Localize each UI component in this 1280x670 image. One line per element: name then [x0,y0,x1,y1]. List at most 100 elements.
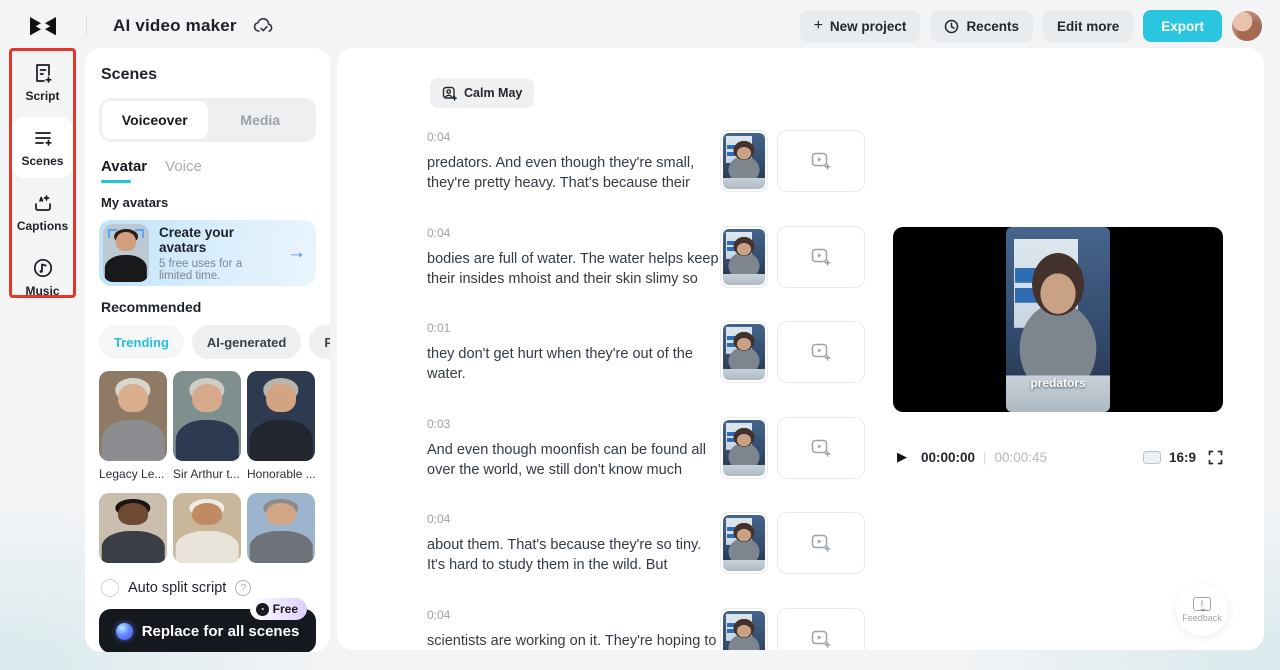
news-anchor-thumb [723,515,765,571]
main-canvas: Calm May 0:04 predators. And even though… [337,48,1264,650]
avatar-card[interactable] [99,493,167,563]
avatar-card[interactable] [247,493,315,563]
recommended-label: Recommended [101,299,314,315]
aspect-ratio-value[interactable]: 16:9 [1169,450,1196,465]
edit-more-button[interactable]: Edit more [1043,10,1133,42]
tab-avatar[interactable]: Avatar [101,158,147,183]
scene-row[interactable]: 0:04 scientists are working on it. They'… [427,594,1217,651]
play-button[interactable]: ▶ [897,449,907,465]
rail-item-script[interactable]: Script [11,52,74,113]
new-project-button[interactable]: + New project [800,10,921,42]
page-title: AI video maker [113,16,237,36]
rail-item-scenes[interactable]: Scenes [11,117,74,178]
arrow-right-icon[interactable]: → [287,242,306,264]
scene-thumbnail[interactable] [720,608,768,651]
fullscreen-icon[interactable] [1208,450,1223,465]
avatar-image [173,493,241,563]
scenes-icon [32,127,54,149]
time-divider: | [983,450,986,465]
add-media-slot[interactable] [777,321,865,383]
scene-text[interactable]: scientists are working on it. They're ho… [427,631,719,651]
person-add-icon [442,86,457,101]
cloud-sync-icon[interactable] [253,17,275,35]
avatar-name: Honorable ... [247,467,315,481]
feedback-button[interactable]: ! Feedback [1176,584,1228,636]
chip-ai-generated[interactable]: AI-generated [192,325,301,359]
capcut-logo-icon[interactable] [28,13,58,39]
avatar-image [99,493,167,563]
auto-split-checkbox[interactable] [101,579,119,597]
add-media-slot[interactable] [777,512,865,574]
tab-voiceover[interactable]: Voiceover [102,101,208,139]
video-preview-player[interactable]: predators [893,227,1223,412]
rail-label: Music [25,284,59,298]
avatar-grid-row2 [99,493,316,563]
scene-text[interactable]: about them. That's because they're so ti… [427,535,719,575]
scene-thumbnail[interactable] [720,512,768,574]
scene-text[interactable]: they don't get hurt when they're out of … [427,344,719,384]
plus-icon: + [814,18,823,34]
news-anchor-thumb [723,229,765,285]
scene-text[interactable]: predators. And even though they're small… [427,153,719,193]
video-add-icon [811,152,831,170]
news-anchor-thumb [723,611,765,651]
aspect-ratio-icon[interactable] [1143,451,1161,464]
top-bar: AI video maker + New project Recents Edi… [0,0,1280,52]
rail-item-music[interactable]: Music [11,247,74,308]
scene-thumbnail[interactable] [720,417,768,479]
chip-trending[interactable]: Trending [99,325,184,359]
add-media-slot[interactable] [777,417,865,479]
avatar-card[interactable]: Legacy Le... [99,371,167,481]
rail-label: Scenes [21,154,63,168]
banner-avatar-image [103,224,149,282]
speaker-chip[interactable]: Calm May [430,78,534,108]
video-add-icon [811,343,831,361]
create-avatars-banner[interactable]: Create your avatars 5 free uses for a li… [99,220,316,286]
current-time: 00:00:00 [921,450,975,465]
scene-row[interactable]: 0:04 predators. And even though they're … [427,116,1217,212]
news-anchor-thumb [723,420,765,476]
banner-subtitle: 5 free uses for a limited time. [159,258,277,282]
free-badge: ◔ Free [250,598,307,620]
add-media-slot[interactable] [777,226,865,288]
tab-media[interactable]: Media [208,101,314,139]
rail-item-captions[interactable]: Captions [11,182,74,243]
avatar-image [247,371,315,461]
avatar-card[interactable]: Honorable ... [247,371,315,481]
rail-label: Captions [17,219,68,233]
auto-split-label: Auto split script [128,580,226,596]
tab-voice[interactable]: Voice [165,158,202,183]
feedback-bubble-icon: ! [1193,597,1211,611]
video-add-icon [811,248,831,266]
add-media-slot[interactable] [777,608,865,651]
panel-title: Scenes [101,66,316,84]
avatar-card[interactable] [173,493,241,563]
user-avatar[interactable] [1232,11,1262,41]
recents-button[interactable]: Recents [930,10,1033,42]
auto-split-row: Auto split script ? [101,579,314,597]
video-caption: predators [1030,376,1085,390]
video-add-icon [811,439,831,457]
ai-orb-icon [116,623,133,640]
add-media-slot[interactable] [777,130,865,192]
scene-thumbnail[interactable] [720,321,768,383]
script-icon [32,62,54,84]
music-icon [32,257,54,279]
scene-text[interactable]: And even though moonfish can be found al… [427,440,719,480]
avatar-image [99,371,167,461]
total-duration: 00:00:45 [994,450,1047,465]
clock-icon: ◔ [256,603,269,616]
help-icon[interactable]: ? [235,580,251,596]
news-anchor-thumb [723,324,765,380]
scene-thumbnail[interactable] [720,130,768,192]
scene-thumbnail[interactable] [720,226,768,288]
chip-professional[interactable]: Profes [309,325,330,359]
avatar-image [247,493,315,563]
avatar-voice-tabs: Avatar Voice [101,158,314,183]
export-button[interactable]: Export [1143,10,1222,42]
voiceover-media-switch: Voiceover Media [99,98,316,142]
scene-text[interactable]: bodies are full of water. The water help… [427,249,719,289]
scene-row[interactable]: 0:04 about them. That's because they're … [427,498,1217,594]
avatar-card[interactable]: Sir Arthur t... [173,371,241,481]
avatar-name: Legacy Le... [99,467,167,481]
